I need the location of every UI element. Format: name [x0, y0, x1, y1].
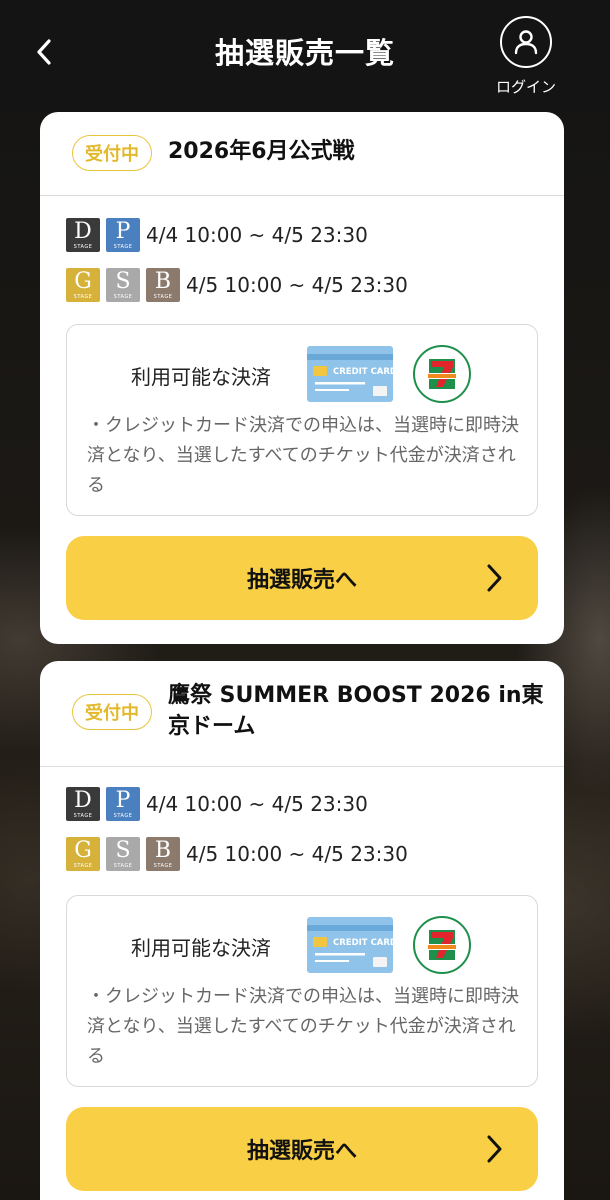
stage-s-icon: S STAGE	[106, 837, 140, 871]
chevron-right-icon	[487, 1135, 502, 1163]
stage-p-icon: P STAGE	[106, 787, 140, 821]
svg-text:CREDIT CARD: CREDIT CARD	[333, 367, 393, 377]
stage-s-icon: S STAGE	[106, 268, 140, 302]
schedule-row: G STAGE S STAGE B STAGE 4/5 10:00 ~ 4/5 23:…	[66, 837, 408, 871]
lottery-card: 受付中 鷹祭 SUMMER BOOST 2026 in東京ドーム D STAGE …	[40, 661, 564, 1200]
payment-label: 利用可能な決済	[131, 936, 271, 960]
schedule-row: D STAGE P STAGE 4/4 10:00 ~ 4/5 23:30	[66, 787, 368, 821]
schedule-row: G STAGE S STAGE B STAGE 4/5 10:00 ~ 4/5 23:…	[66, 268, 408, 302]
login-label: ログイン	[495, 78, 556, 96]
login-button[interactable]: ログイン	[488, 16, 568, 98]
lottery-sale-button[interactable]: 抽選販売へ	[66, 1107, 538, 1191]
stage-b-icon: B STAGE	[146, 268, 180, 302]
card-header: 受付中 鷹祭 SUMMER BOOST 2026 in東京ドーム	[40, 661, 564, 767]
schedule-period: 4/4 10:00 ~ 4/5 23:30	[146, 792, 368, 816]
status-badge: 受付中	[72, 694, 152, 730]
schedule-period: 4/5 10:00 ~ 4/5 23:30	[186, 842, 408, 866]
stage-d-icon: D STAGE	[66, 787, 100, 821]
chevron-right-icon	[487, 564, 502, 592]
payment-box: 利用可能な決済 CREDIT CARD ・クレジットカード決済での申込は、当選時…	[66, 895, 538, 1087]
credit-card-icon: CREDIT CARD	[307, 346, 393, 402]
stage-g-icon: G STAGE	[66, 268, 100, 302]
card-header: 受付中 2026年6月公式戦	[40, 112, 564, 196]
status-badge: 受付中	[72, 135, 152, 171]
lottery-sale-label: 抽選販売へ	[246, 568, 357, 593]
stage-p-icon: P STAGE	[106, 218, 140, 252]
seven-eleven-icon	[413, 916, 471, 974]
schedule-period: 4/5 10:00 ~ 4/5 23:30	[186, 273, 408, 297]
payment-note: ・クレジットカード決済での申込は、当選時に即時決済となり、当選したすべてのチケッ…	[87, 986, 519, 1067]
credit-card-icon: CREDIT CARD	[307, 917, 393, 973]
user-icon	[500, 16, 552, 68]
lottery-sale-button[interactable]: 抽選販売へ	[66, 536, 538, 620]
payment-label: 利用可能な決済	[131, 365, 271, 389]
event-title: 2026年6月公式戦	[168, 139, 355, 164]
schedule-row: D STAGE P STAGE 4/4 10:00 ~ 4/5 23:30	[66, 218, 368, 252]
payment-note: ・クレジットカード決済での申込は、当選時に即時決済となり、当選したすべてのチケッ…	[87, 415, 519, 496]
seven-eleven-icon	[413, 345, 471, 403]
app-header: 抽選販売一覧 ログイン	[0, 0, 610, 112]
svg-text:CREDIT CARD: CREDIT CARD	[333, 938, 393, 948]
lottery-sale-label: 抽選販売へ	[246, 1139, 357, 1164]
stage-g-icon: G STAGE	[66, 837, 100, 871]
lottery-card: 受付中 2026年6月公式戦 D STAGE P STAGE 4/4 10:00 ~…	[40, 112, 564, 644]
payment-box: 利用可能な決済 CREDIT CARD ・クレジットカード決済での申込は、当選時…	[66, 324, 538, 516]
schedule-period: 4/4 10:00 ~ 4/5 23:30	[146, 223, 368, 247]
event-title: 鷹祭 SUMMER BOOST 2026 in東京ドーム	[168, 683, 544, 739]
stage-b-icon: B STAGE	[146, 837, 180, 871]
stage-d-icon: D STAGE	[66, 218, 100, 252]
